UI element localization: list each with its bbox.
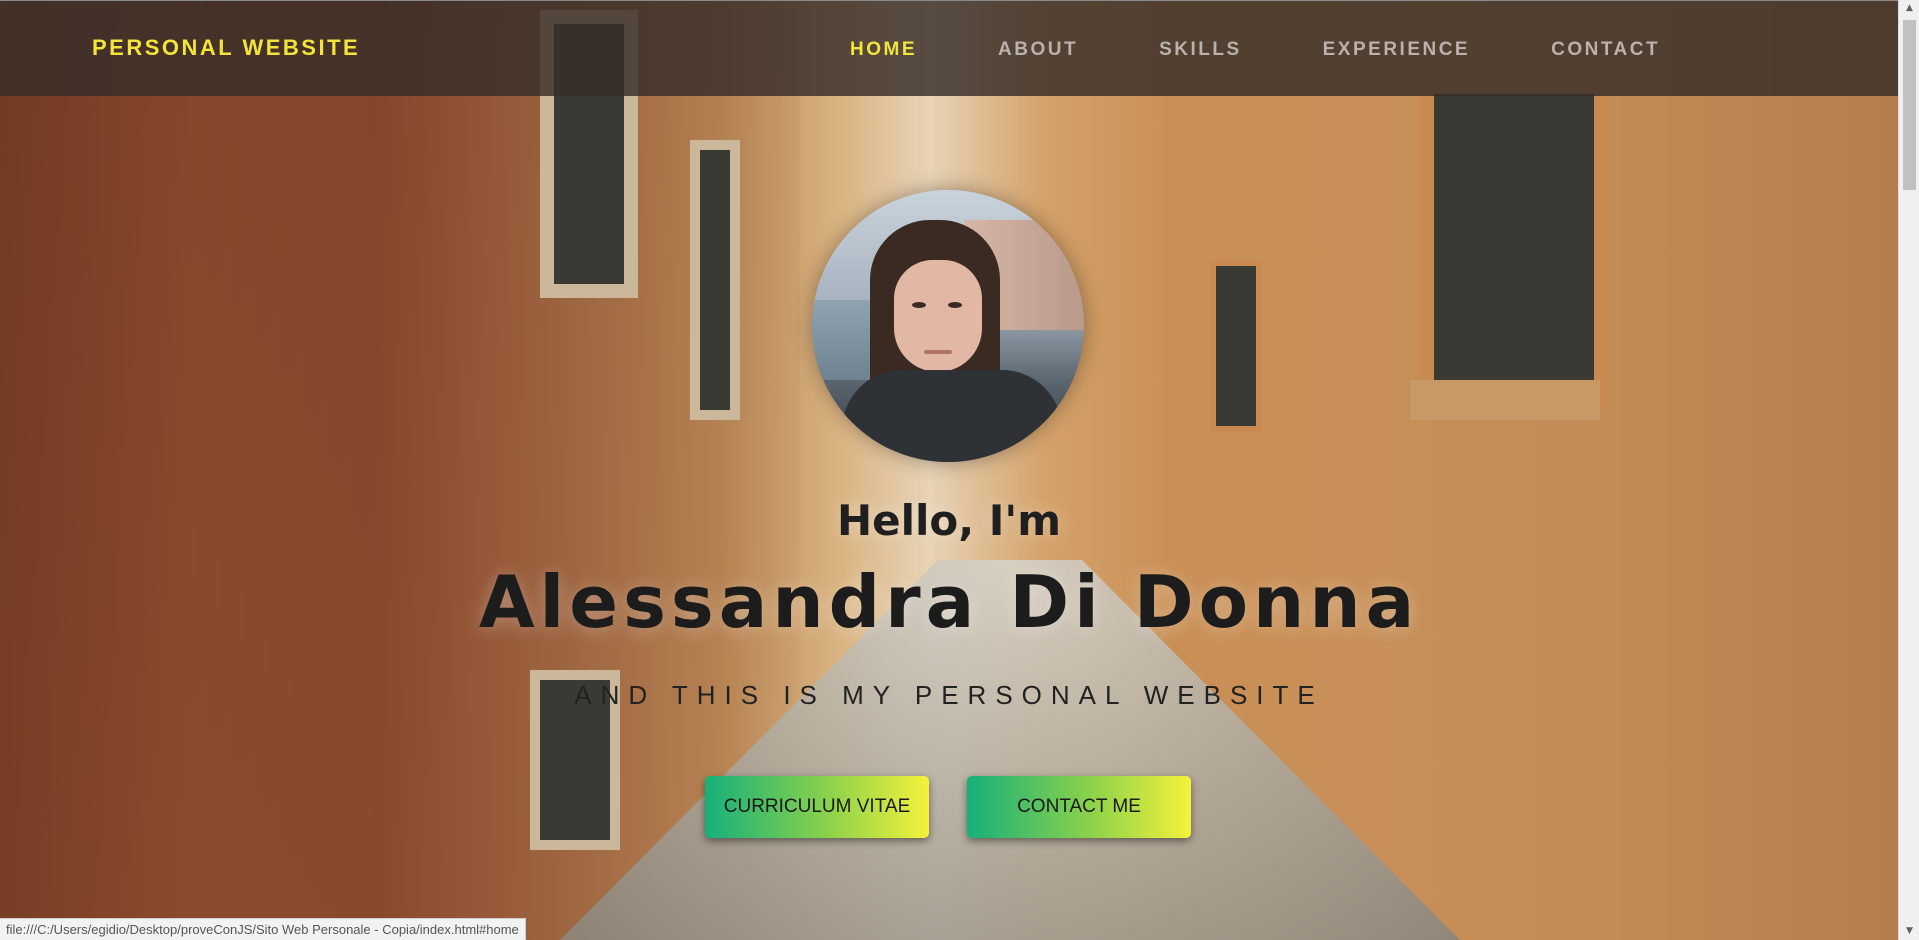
background-window [690,140,740,420]
site-brand-link[interactable]: PERSONAL WEBSITE [92,35,360,61]
photo-mouth [924,350,952,354]
scroll-down-arrow-icon[interactable]: ▼ [1899,923,1919,940]
scroll-up-arrow-icon[interactable]: ▲ [1899,0,1919,17]
hero-greeting: Hello, I'm [836,496,1062,545]
browser-status-bar: file:///C:/Users/egidio/Desktop/proveCon… [0,918,526,940]
nav-links: HOME ABOUT SKILLS EXPERIENCE CONTACT [850,39,1741,61]
photo-face [894,260,982,372]
hero-subtitle: AND THIS IS MY PERSONAL WEBSITE [574,680,1324,710]
photo-eye [912,302,926,308]
hero-name: Alessandra Di Donna [478,560,1420,644]
photo-jacket [842,370,1062,462]
background-window-sill [1410,380,1600,420]
nav-link-skills[interactable]: SKILLS [1159,39,1242,61]
photo-eye [948,302,962,308]
top-navbar: PERSONAL WEBSITE HOME ABOUT SKILLS EXPER… [0,0,1898,96]
background-window [1420,80,1608,408]
page-scrollbar[interactable]: ▲ ▼ [1898,0,1919,940]
browser-viewport: PERSONAL WEBSITE HOME ABOUT SKILLS EXPER… [0,0,1919,940]
nav-link-contact[interactable]: CONTACT [1551,39,1660,61]
curriculum-vitae-button[interactable]: CURRICULUM VITAE [705,776,929,838]
background-window [1210,260,1262,432]
contact-me-button[interactable]: CONTACT ME [967,776,1191,838]
nav-link-home[interactable]: HOME [850,39,917,61]
profile-photo [812,190,1084,462]
background-left-wall [0,0,800,940]
scroll-thumb[interactable] [1903,20,1916,190]
nav-link-experience[interactable]: EXPERIENCE [1323,39,1470,61]
nav-link-about[interactable]: ABOUT [998,39,1078,61]
